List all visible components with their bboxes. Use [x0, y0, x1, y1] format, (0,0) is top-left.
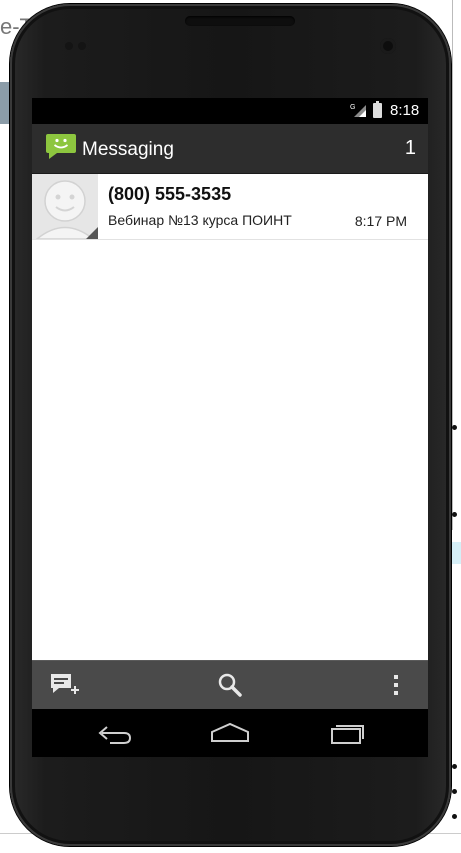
action-bar: Messaging 1 [32, 124, 428, 174]
search-icon [218, 673, 242, 697]
conversation-snippet: Вебинар №13 курса ПОИНТ [108, 212, 292, 228]
network-type-label: G [350, 104, 355, 111]
compose-message-icon [51, 674, 79, 694]
navigation-bar [32, 709, 428, 757]
conversation-time: 8:17 PM [354, 213, 407, 229]
conversation-contact: (800) 555-3535 [108, 184, 232, 204]
messaging-icon[interactable] [46, 134, 76, 159]
status-bar: G 8:18 [32, 98, 428, 124]
earpiece-speaker [185, 16, 295, 26]
back-icon [98, 726, 132, 744]
app-title: Messaging [82, 139, 174, 160]
home-button[interactable] [207, 719, 253, 747]
overflow-menu-icon [394, 675, 398, 695]
background-right-panel [452, 0, 461, 530]
proximity-sensor [65, 42, 73, 50]
front-camera [380, 38, 396, 54]
recent-apps-button[interactable] [324, 719, 370, 747]
recent-apps-icon [331, 725, 364, 744]
signal-icon: G [350, 104, 366, 117]
background-bullet [452, 425, 457, 430]
conversation-item[interactable]: (800) 555-3535 Вебинар №13 курса ПОИНТ 8… [32, 174, 428, 240]
conversation-list: (800) 555-3535 Вебинар №13 курса ПОИНТ 8… [32, 174, 428, 660]
background-bullet [452, 764, 457, 769]
background-bullet [452, 789, 457, 794]
home-icon [211, 722, 249, 742]
phone-screen: G 8:18 Messaging 1 (800) 555-3535 Вебина… [32, 98, 428, 757]
overflow-menu-button[interactable] [378, 669, 414, 701]
light-sensor [78, 42, 86, 50]
compose-button[interactable] [47, 669, 83, 701]
back-button[interactable] [91, 719, 137, 747]
bottom-action-bar [32, 660, 428, 709]
contact-avatar[interactable] [32, 174, 98, 239]
background-bullet [452, 512, 457, 517]
search-button[interactable] [212, 669, 248, 701]
avatar-corner-mark [86, 227, 98, 239]
unread-count: 1 [404, 137, 416, 159]
battery-icon [373, 101, 382, 118]
status-clock: 8:18 [390, 102, 420, 119]
background-bullet [452, 814, 457, 819]
